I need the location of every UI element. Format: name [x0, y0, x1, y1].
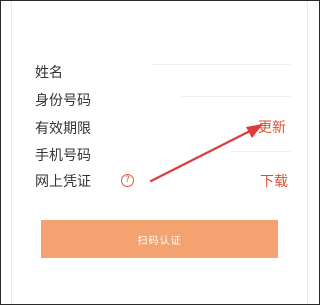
arrow-head — [246, 124, 263, 138]
scan-verify-button-label: 扫码认证 — [137, 235, 182, 247]
arrow-shaft — [149, 127, 256, 183]
scan-verify-button[interactable]: 扫码认证 — [41, 220, 278, 258]
screen-frame: 姓名 身份号码 有效期限 手机号码 网上凭证 ? 更新 下载 扫码认证 — [0, 0, 320, 305]
annotation-arrow — [149, 124, 263, 183]
